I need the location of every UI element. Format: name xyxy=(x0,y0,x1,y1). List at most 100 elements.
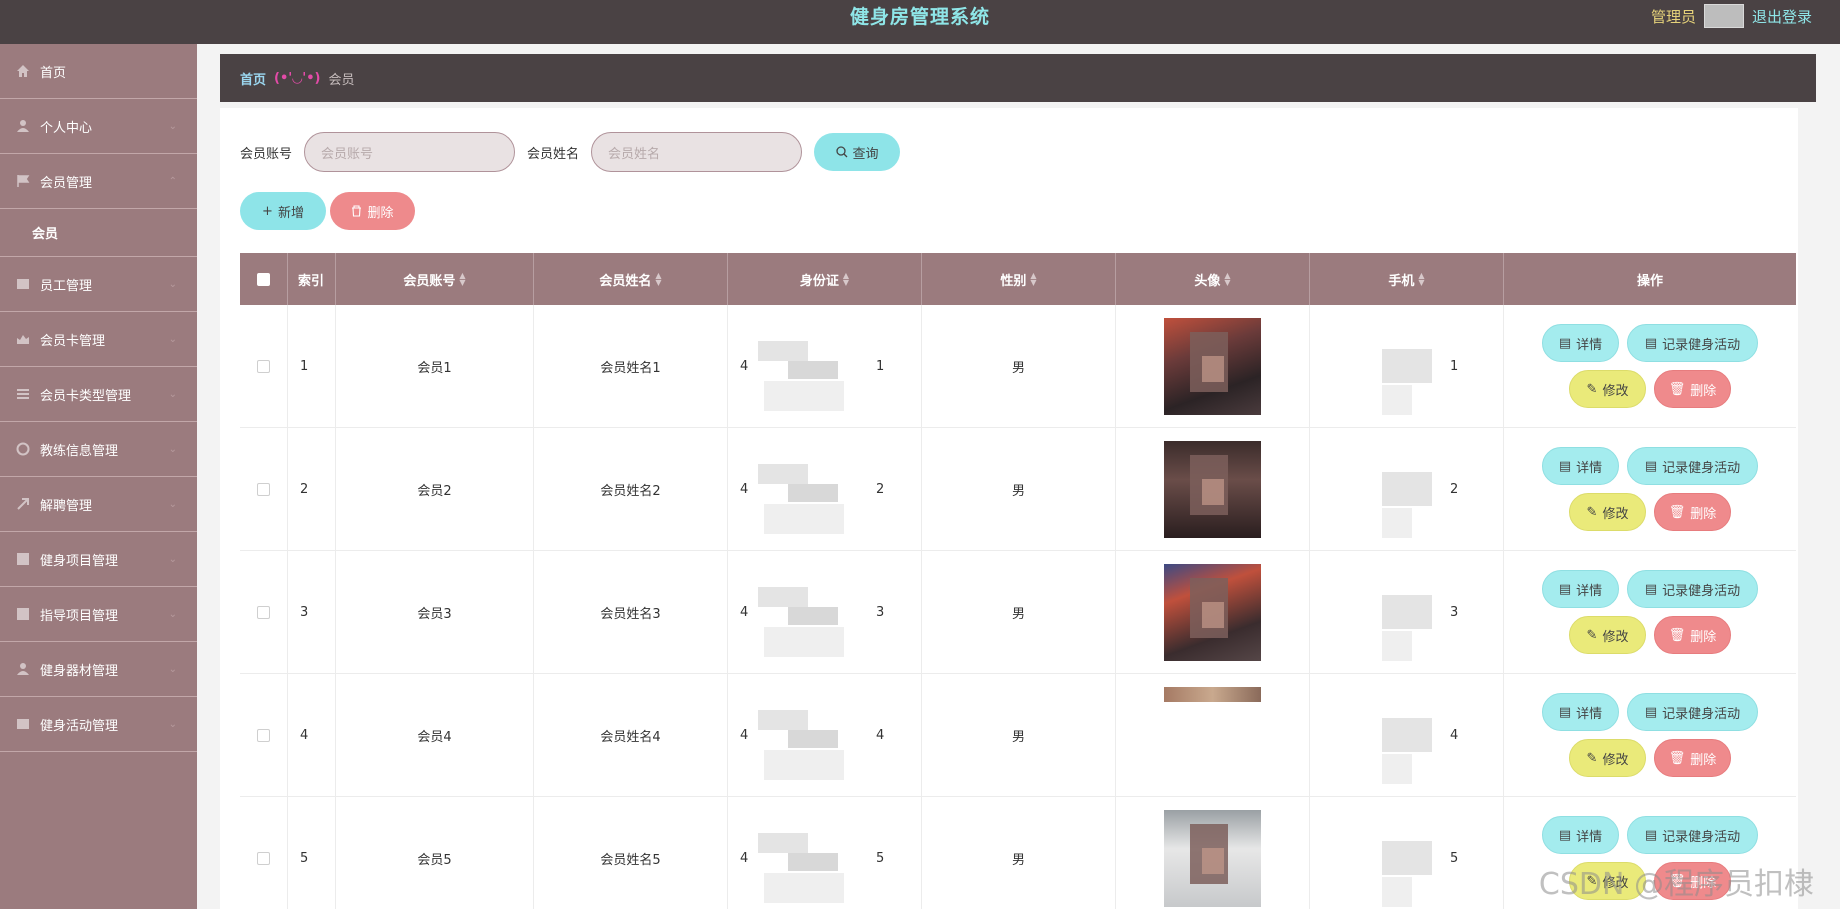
record-activity-button[interactable]: ▤ 记录健身活动 xyxy=(1627,447,1758,485)
sidebar-item-member-mgmt[interactable]: 会员管理 ⌃ xyxy=(0,154,197,209)
redaction-block xyxy=(764,750,844,780)
record-activity-button[interactable]: ▤ 记录健身活动 xyxy=(1627,693,1758,731)
col-idcard[interactable]: 身份证 ▲ ▼ xyxy=(728,253,922,305)
sidebar-item-card-mgmt[interactable]: 会员卡管理 ⌄ xyxy=(0,312,197,367)
sidebar-item-home[interactable]: 首页 xyxy=(0,44,197,99)
edit-button[interactable]: ✎ 修改 xyxy=(1569,739,1646,777)
redaction-block xyxy=(758,587,808,607)
cell-name: 会员姓名4 xyxy=(534,674,728,796)
col-phone[interactable]: 手机 ▲ ▼ xyxy=(1310,253,1504,305)
idcard-suffix: 1 xyxy=(876,358,885,374)
row-delete-button[interactable]: 🗑 删除 xyxy=(1654,493,1731,531)
col-account[interactable]: 会员账号 ▲ ▼ xyxy=(336,253,534,305)
sidebar-item-card-type-mgmt[interactable]: 会员卡类型管理 ⌄ xyxy=(0,367,197,422)
cell-actions: ▤ 详情 ▤ 记录健身活动 ✎ 修改 🗑 删除 xyxy=(1504,428,1796,550)
sidebar-item-label: 会员管理 xyxy=(40,175,93,191)
logout-link[interactable]: 退出登录 xyxy=(1752,6,1812,27)
row-checkbox[interactable] xyxy=(257,482,270,496)
top-header: 健身房管理系统 管理员 退出登录 xyxy=(0,0,1840,44)
col-phone-label: 手机 xyxy=(1388,273,1415,289)
edit-button[interactable]: ✎ 修改 xyxy=(1569,370,1646,408)
list-icon xyxy=(17,279,29,289)
chevron-down-icon: ⌄ xyxy=(168,279,177,290)
sidebar-item-staff-mgmt[interactable]: 员工管理 ⌄ xyxy=(0,257,197,312)
sidebar: 首页 个人中心 ⌄ 会员管理 ⌃ 会员 员工管理 ⌄ 会员卡管理 ⌄ 会员卡类型… xyxy=(0,44,197,909)
query-button-label: 查询 xyxy=(852,146,879,162)
sidebar-item-activity-mgmt[interactable]: 健身活动管理 ⌄ xyxy=(0,697,197,752)
col-sex[interactable]: 性别 ▲ ▼ xyxy=(922,253,1116,305)
edit-button[interactable]: ✎ 修改 xyxy=(1569,616,1646,654)
row-delete-button[interactable]: 🗑 删除 xyxy=(1654,616,1731,654)
table-header: 索引 会员账号 ▲ ▼ 会员姓名 ▲ ▼ 身份证 ▲ ▼ 性别 ▲ ▼ 头像 ▲ ▼ 手机 ▲ ▼ 操作 xyxy=(240,253,1796,305)
chevron-down-icon: ⌄ xyxy=(168,609,177,620)
edit-button-label: 修改 xyxy=(1602,752,1629,768)
coach-icon xyxy=(16,442,30,456)
add-button[interactable]: + 新增 xyxy=(240,192,326,230)
chevron-down-icon: ⌄ xyxy=(168,334,177,345)
document-icon: ▤ xyxy=(1558,458,1572,474)
record-button-label: 记录健身活动 xyxy=(1662,829,1741,845)
redaction-block xyxy=(758,341,808,361)
detail-button[interactable]: ▤ 详情 xyxy=(1542,816,1619,854)
plus-icon: + xyxy=(262,203,273,219)
sort-icon[interactable]: ▲ ▼ xyxy=(1030,272,1036,287)
sidebar-item-coach-mgmt[interactable]: 教练信息管理 ⌄ xyxy=(0,422,197,477)
select-all-checkbox[interactable] xyxy=(257,272,270,286)
home-icon xyxy=(17,65,29,77)
cell-avatar xyxy=(1116,797,1310,909)
sidebar-item-profile[interactable]: 个人中心 ⌄ xyxy=(0,99,197,154)
sidebar-item-equipment-mgmt[interactable]: 健身器材管理 ⌄ xyxy=(0,642,197,697)
redaction-block xyxy=(1382,718,1432,752)
detail-button[interactable]: ▤ 详情 xyxy=(1542,447,1619,485)
flag-icon xyxy=(17,175,30,187)
redaction-block xyxy=(1382,754,1412,784)
chevron-down-icon: ⌄ xyxy=(168,389,177,400)
row-delete-button[interactable]: 🗑 删除 xyxy=(1654,370,1731,408)
idcard-prefix: 4 xyxy=(740,604,749,620)
sidebar-item-label: 员工管理 xyxy=(40,278,93,294)
sort-icon[interactable]: ▲ ▼ xyxy=(1224,272,1230,287)
row-delete-button[interactable]: 🗑 删除 xyxy=(1654,739,1731,777)
record-activity-button[interactable]: ▤ 记录健身活动 xyxy=(1627,816,1758,854)
detail-button[interactable]: ▤ 详情 xyxy=(1542,570,1619,608)
sidebar-subitem-member[interactable]: 会员 xyxy=(0,209,197,257)
redaction-block xyxy=(764,381,844,411)
document-icon: ▤ xyxy=(1644,581,1658,597)
col-name[interactable]: 会员姓名 ▲ ▼ xyxy=(534,253,728,305)
detail-button[interactable]: ▤ 详情 xyxy=(1542,324,1619,362)
redaction-block xyxy=(788,484,838,502)
equipment-icon xyxy=(17,663,29,675)
redaction-block xyxy=(1382,595,1432,629)
sort-icon[interactable]: ▲ ▼ xyxy=(459,272,465,287)
breadcrumb-home[interactable]: 首页 xyxy=(240,69,266,88)
cell-index: 3 xyxy=(288,551,336,673)
row-checkbox[interactable] xyxy=(257,728,270,742)
record-activity-button[interactable]: ▤ 记录健身活动 xyxy=(1627,570,1758,608)
account-search-input[interactable]: 会员账号 xyxy=(304,132,516,172)
detail-button[interactable]: ▤ 详情 xyxy=(1542,693,1619,731)
redaction-block xyxy=(764,873,844,903)
cell-name: 会员姓名3 xyxy=(534,551,728,673)
user-role: 管理员 xyxy=(1650,7,1696,26)
sort-icon[interactable]: ▲ ▼ xyxy=(1418,272,1424,287)
sort-icon[interactable]: ▲ ▼ xyxy=(655,272,661,287)
member-avatar-image xyxy=(1164,686,1261,784)
name-search-input[interactable]: 会员姓名 xyxy=(591,132,803,172)
record-activity-button[interactable]: ▤ 记录健身活动 xyxy=(1627,324,1758,362)
edit-button[interactable]: ✎ 修改 xyxy=(1569,493,1646,531)
sidebar-item-project-mgmt[interactable]: 健身项目管理 ⌄ xyxy=(0,532,197,587)
sort-icon[interactable]: ▲ ▼ xyxy=(843,272,849,287)
cell-actions: ▤ 详情 ▤ 记录健身活动 ✎ 修改 🗑 删除 xyxy=(1504,305,1796,427)
redaction-block xyxy=(758,833,808,853)
row-select-cell xyxy=(240,305,288,427)
row-checkbox[interactable] xyxy=(257,851,270,865)
batch-delete-button[interactable]: 删除 xyxy=(330,192,415,230)
row-checkbox[interactable] xyxy=(257,605,270,619)
table-row: 3会员3会员姓名343男133▤详情▤记录健身活动✎修改🗑删除 xyxy=(240,551,1796,674)
sidebar-item-guide-mgmt[interactable]: 指导项目管理 ⌄ xyxy=(0,587,197,642)
face-mosaic xyxy=(1202,478,1224,505)
query-button[interactable]: 查询 xyxy=(814,133,901,171)
col-avatar[interactable]: 头像 ▲ ▼ xyxy=(1116,253,1310,305)
sidebar-item-dismiss-mgmt[interactable]: 解聘管理 ⌄ xyxy=(0,477,197,532)
row-checkbox[interactable] xyxy=(257,359,270,373)
